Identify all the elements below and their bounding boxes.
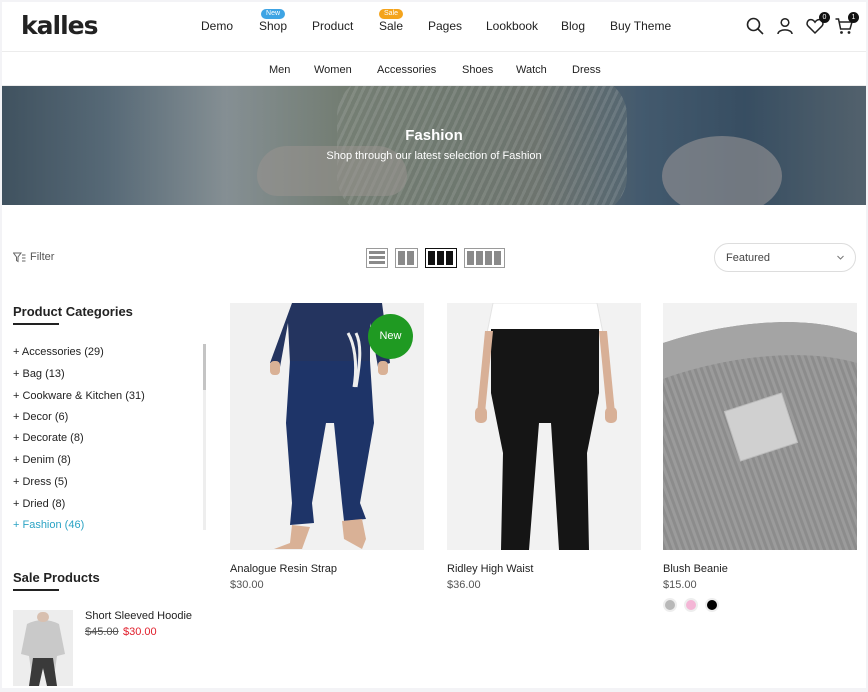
header: kalles Demo Shop New Product Sale Sale P…: [2, 2, 866, 52]
sale-badge: Sale: [379, 9, 404, 19]
grid-3-columns-icon[interactable]: [425, 248, 457, 268]
sale-product-image[interactable]: [13, 610, 73, 686]
subnav-shoes[interactable]: Shoes: [462, 64, 493, 76]
category-subnav: Men Women Accessories Shoes Watch Dress: [2, 53, 866, 86]
product-name[interactable]: Blush Beanie: [663, 563, 728, 575]
nav-sale[interactable]: Sale Sale: [379, 9, 404, 33]
color-swatch-grey[interactable]: [663, 598, 677, 612]
sale-products-title: Sale Products: [13, 570, 100, 591]
product-image-ridley-high-waist[interactable]: [447, 303, 641, 550]
category-decorate[interactable]: + Decorate (8): [13, 432, 84, 444]
product-price: $36.00: [447, 579, 481, 591]
product-new-badge: New: [368, 314, 413, 359]
color-swatch-black[interactable]: [705, 598, 719, 612]
product-categories-title: Product Categories: [13, 304, 133, 325]
product-image-blush-beanie[interactable]: [663, 303, 857, 550]
nav-shop[interactable]: Shop New: [259, 9, 288, 33]
account-icon[interactable]: [775, 16, 795, 36]
page: kalles Demo Shop New Product Sale Sale P…: [2, 2, 866, 688]
nav-buy-theme[interactable]: Buy Theme: [610, 19, 671, 33]
sale-product-new-price: $30.00: [123, 626, 157, 638]
category-dress[interactable]: + Dress (5): [13, 476, 68, 488]
chevron-down-icon: [837, 255, 844, 260]
filter-button[interactable]: Filter: [13, 251, 54, 263]
category-accessories[interactable]: + Accessories (29): [13, 346, 104, 358]
cart-count: 1: [848, 12, 859, 23]
product-name[interactable]: Ridley High Waist: [447, 563, 533, 575]
wishlist-count: 0: [819, 12, 830, 23]
category-scrollbar-thumb[interactable]: [203, 344, 206, 390]
nav-demo[interactable]: Demo: [201, 19, 233, 33]
subnav-watch[interactable]: Watch: [516, 64, 547, 76]
nav-blog[interactable]: Blog: [561, 19, 585, 33]
category-bag[interactable]: + Bag (13): [13, 368, 65, 380]
hero-subtitle: Shop through our latest selection of Fas…: [326, 150, 542, 162]
category-denim[interactable]: + Denim (8): [13, 454, 71, 466]
subnav-men[interactable]: Men: [269, 64, 290, 76]
new-badge: New: [261, 9, 286, 19]
search-icon[interactable]: [745, 16, 765, 36]
sale-product-name[interactable]: Short Sleeved Hoodie: [85, 610, 192, 622]
wishlist-icon[interactable]: 0: [805, 12, 830, 36]
sale-product-old-price: $45.00: [85, 626, 119, 638]
sort-selected-value: Featured: [726, 252, 771, 264]
category-fashion[interactable]: + Fashion (46): [13, 519, 84, 531]
subnav-accessories[interactable]: Accessories: [377, 64, 436, 76]
hero-overlay: [2, 86, 866, 205]
product-price: $30.00: [230, 579, 264, 591]
product-price: $15.00: [663, 579, 697, 591]
color-swatch-pink[interactable]: [684, 598, 698, 612]
hero-title: Fashion: [405, 127, 463, 144]
nav-sale-label: Sale: [379, 19, 404, 33]
nav-lookbook[interactable]: Lookbook: [486, 19, 538, 33]
nav-pages[interactable]: Pages: [428, 19, 462, 33]
subnav-dress[interactable]: Dress: [572, 64, 601, 76]
grid-2-columns-icon[interactable]: [395, 248, 418, 268]
category-cookware-kitchen[interactable]: + Cookware & Kitchen (31): [13, 390, 145, 402]
cart-icon[interactable]: 1: [834, 12, 859, 36]
grid-4-columns-icon[interactable]: [464, 248, 505, 268]
logo[interactable]: kalles: [21, 11, 98, 40]
list-view-icon[interactable]: [366, 248, 388, 268]
nav-product[interactable]: Product: [312, 19, 353, 33]
category-decor[interactable]: + Decor (6): [13, 411, 68, 423]
category-dried[interactable]: + Dried (8): [13, 498, 65, 510]
product-name[interactable]: Analogue Resin Strap: [230, 563, 337, 575]
subnav-women[interactable]: Women: [314, 64, 352, 76]
filter-icon: [13, 252, 26, 262]
sort-select[interactable]: Featured: [714, 243, 856, 272]
hero-banner: Fashion Shop through our latest selectio…: [2, 86, 866, 205]
nav-shop-label: Shop: [259, 19, 288, 33]
filter-label: Filter: [30, 251, 55, 263]
